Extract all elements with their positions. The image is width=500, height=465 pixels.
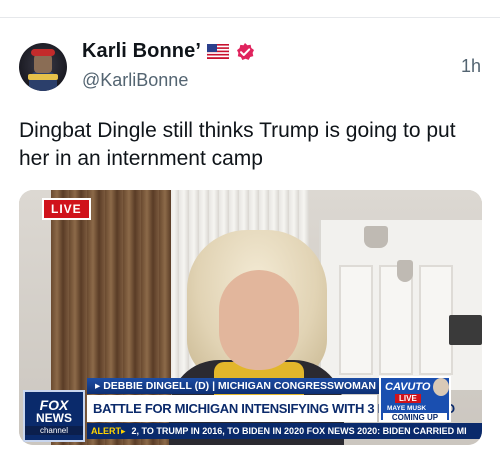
post-time[interactable]: 1h: [461, 56, 481, 77]
author-handle[interactable]: @KarliBonne: [82, 70, 188, 91]
display-name[interactable]: Karli Bonne’: [82, 40, 201, 63]
post-text: Dingbat Dingle still thinks Trump is goi…: [19, 119, 456, 170]
pendant-lamp: [397, 260, 413, 282]
top-divider: [0, 17, 500, 18]
news-ticker: ALERT▸ 2, TO TRUMP IN 2016, TO BIDEN IN …: [87, 423, 482, 439]
microwave: [449, 315, 482, 345]
promo-guest-photo: [433, 378, 449, 396]
post-media-image[interactable]: LIVE FOX NEWS channel ▸ DEBBIE DINGELL (…: [19, 190, 482, 445]
promo-coming-up: COMING UP: [383, 413, 447, 422]
ticker-text: 2, TO TRUMP IN 2016, TO BIDEN IN 2020 FO…: [131, 426, 467, 436]
avatar-figure-banner: [28, 74, 58, 80]
logo-line-fox: FOX: [39, 396, 69, 413]
news-headline: BATTLE FOR MICHIGAN INTENSIFYING WITH 3 …: [87, 395, 455, 422]
guest-name-strap: ▸ DEBBIE DINGELL (D) | MICHIGAN CONGRESS…: [87, 378, 385, 394]
logo-line-news: NEWS: [36, 410, 72, 425]
logo-line-channel: channel: [25, 425, 83, 435]
verified-badge-icon: [235, 42, 255, 62]
fox-news-logo: FOX NEWS channel: [23, 390, 85, 442]
news-lower-third: FOX NEWS channel ▸ DEBBIE DINGELL (D) | …: [19, 376, 482, 445]
ticker-alert-label: ALERT▸: [91, 425, 126, 436]
us-flag-icon: [206, 43, 230, 60]
author-name-row[interactable]: Karli Bonne’: [82, 40, 255, 63]
promo-show-name: CAVUTO: [385, 381, 431, 393]
avatar-figure-hat: [31, 49, 55, 56]
promo-live-tag: LIVE: [395, 394, 421, 403]
person-face: [219, 270, 299, 370]
cabinet-door: [379, 265, 413, 375]
avatar[interactable]: [19, 43, 67, 91]
promo-guest: MAYE MUSK: [387, 405, 427, 412]
cabinet-door: [419, 265, 453, 375]
pendant-lamp: [364, 226, 388, 248]
cabinet-door: [339, 265, 373, 375]
live-badge: LIVE: [42, 198, 91, 220]
kitchen-cabinets: [319, 220, 482, 390]
